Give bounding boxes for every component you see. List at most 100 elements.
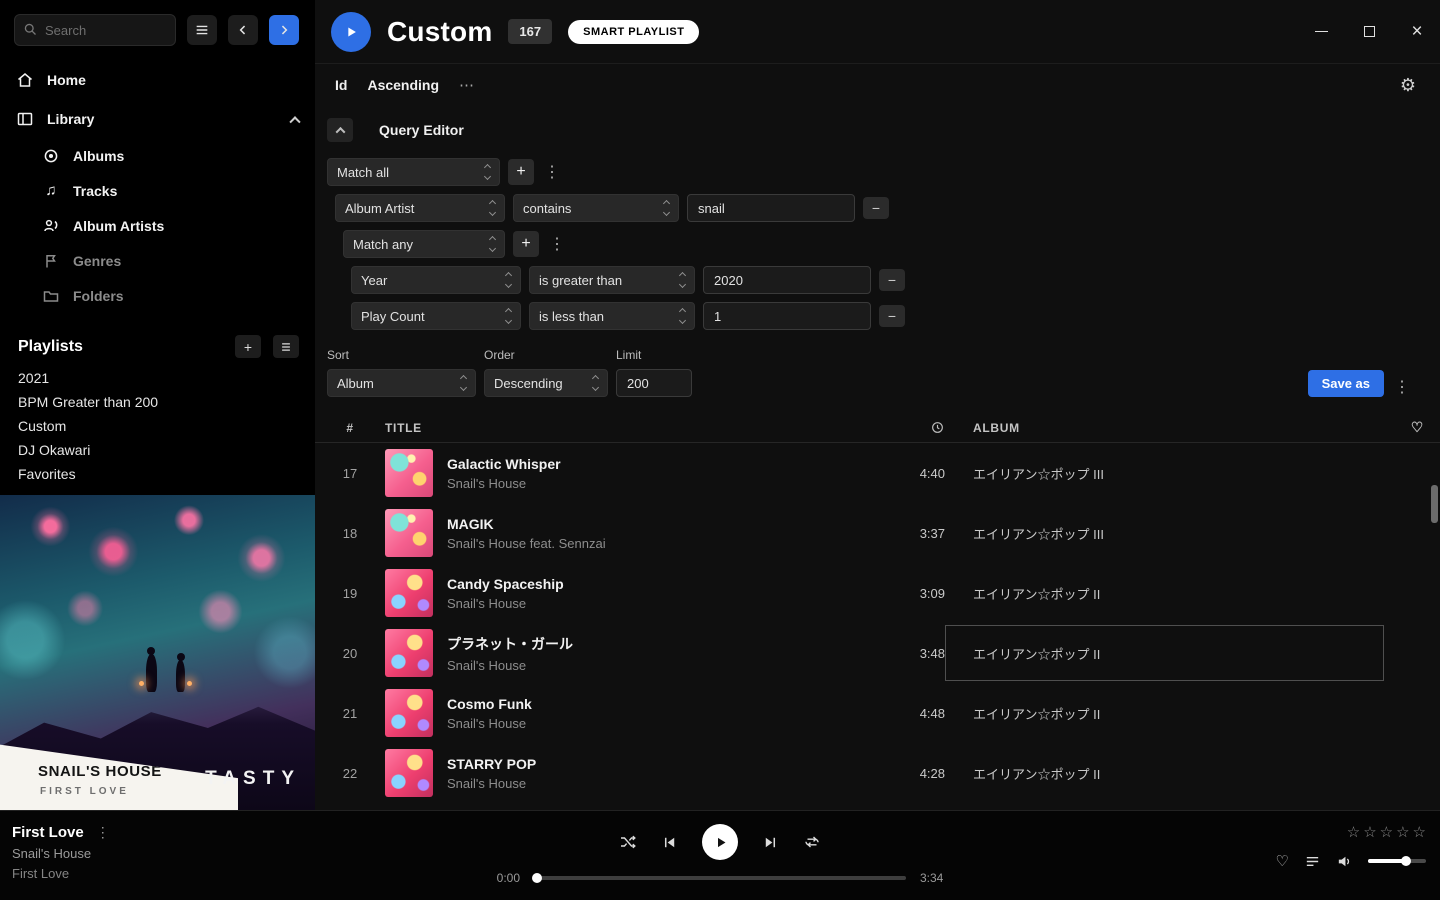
star-icon[interactable]: ☆ <box>1363 823 1376 841</box>
save-options-button[interactable]: ⋮ <box>1392 377 1412 397</box>
track-title: STARRY POP <box>447 756 887 772</box>
search-input[interactable] <box>14 14 176 46</box>
add-group-rule-button[interactable]: + <box>513 231 539 257</box>
sort-field-button[interactable]: Id <box>335 77 347 93</box>
play-playlist-button[interactable] <box>331 12 371 52</box>
rule-field-select[interactable]: Play Count <box>351 302 521 330</box>
list-icon <box>279 340 293 354</box>
play-icon <box>343 24 359 40</box>
scrollbar-thumb[interactable] <box>1431 485 1438 523</box>
table-row[interactable]: 20 プラネット・ガール Snail's House 3:48 エイリアン☆ポッ… <box>315 623 1440 683</box>
seek-slider[interactable] <box>534 876 906 880</box>
sort-select[interactable]: Album <box>327 369 476 397</box>
table-row[interactable]: 18 MAGIK Snail's House feat. Sennzai 3:3… <box>315 503 1440 563</box>
rule-field-select[interactable]: Album Artist <box>335 194 505 222</box>
menu-button[interactable] <box>187 15 217 45</box>
playlist-item[interactable]: Favorites <box>0 462 315 486</box>
add-playlist-button[interactable]: + <box>235 335 261 358</box>
order-value: Descending <box>494 376 563 391</box>
repeat-button[interactable] <box>803 833 821 851</box>
remove-rule-button[interactable]: − <box>879 269 905 291</box>
rule-value-input[interactable] <box>703 302 871 330</box>
maximize-button[interactable] <box>1360 22 1378 40</box>
shuffle-button[interactable] <box>619 833 637 851</box>
select-spinner-icon <box>490 201 495 215</box>
sidebar-item-album-artists[interactable]: Album Artists <box>0 208 315 243</box>
table-row[interactable]: 17 Galactic Whisper Snail's House 4:40 エ… <box>315 443 1440 503</box>
now-playing-art[interactable]: SNAIL'S HOUSE FIRST LOVE TASTY <box>0 495 315 810</box>
next-button[interactable] <box>762 834 779 851</box>
now-playing-options-button[interactable]: ⋮ <box>96 824 110 841</box>
rule-operator-select[interactable]: is greater than <box>529 266 695 294</box>
minimize-button[interactable] <box>1312 22 1330 40</box>
sidebar-item-tracks[interactable]: ♫ Tracks <box>0 173 315 208</box>
remove-rule-button[interactable]: − <box>863 197 889 219</box>
close-icon: × <box>1411 22 1422 41</box>
favorite-column-header[interactable]: ♡ <box>1411 419 1440 436</box>
sidebar-item-home[interactable]: Home <box>0 60 315 99</box>
rule-operator-select[interactable]: contains <box>513 194 679 222</box>
column-header-index[interactable]: # <box>315 421 385 435</box>
back-button[interactable] <box>228 15 258 45</box>
queue-button[interactable] <box>1304 853 1321 870</box>
match-type-select[interactable]: Match all <box>327 158 500 186</box>
star-icon[interactable]: ☆ <box>1347 823 1360 841</box>
playlist-list-button[interactable] <box>273 335 299 358</box>
limit-input[interactable] <box>616 369 692 397</box>
previous-button[interactable] <box>661 834 678 851</box>
rule-group-options-button[interactable]: ⋮ <box>542 162 562 182</box>
star-icon[interactable]: ☆ <box>1380 823 1393 841</box>
forward-button[interactable] <box>269 15 299 45</box>
table-row[interactable]: 19 Candy Spaceship Snail's House 3:09 エイ… <box>315 563 1440 623</box>
sidebar-item-label: Albums <box>73 148 124 164</box>
sort-order-button[interactable]: Ascending <box>367 77 439 93</box>
player-bar: First Love ⋮ Snail's House First Love <box>0 810 1440 900</box>
order-select[interactable]: Descending <box>484 369 608 397</box>
track-thumbnail <box>385 629 433 677</box>
smart-playlist-badge: SMART PLAYLIST <box>568 20 699 44</box>
column-header-title[interactable]: TITLE <box>385 421 887 435</box>
rule-value-input[interactable] <box>687 194 855 222</box>
volume-handle[interactable] <box>1401 856 1411 866</box>
save-as-button[interactable]: Save as <box>1308 370 1384 397</box>
rule-field-select[interactable]: Year <box>351 266 521 294</box>
sidebar-item-library[interactable]: Library <box>0 99 315 138</box>
sidebar-item-label: Genres <box>73 253 121 269</box>
group-match-type-select[interactable]: Match any <box>343 230 505 258</box>
favorite-button[interactable]: ♡ <box>1276 852 1289 870</box>
skip-next-icon <box>762 834 779 851</box>
more-options-button[interactable]: ⋯ <box>459 76 474 94</box>
duration-column-header[interactable] <box>930 420 945 435</box>
sidebar-item-folders[interactable]: Folders <box>0 278 315 313</box>
collapse-query-editor-button[interactable] <box>327 118 353 142</box>
cover-brand: TASTY <box>205 768 301 790</box>
rule-operator-select[interactable]: is less than <box>529 302 695 330</box>
star-icon[interactable]: ☆ <box>1396 823 1409 841</box>
query-sort-row: Sort Album Order Descending Limit <box>327 348 1420 397</box>
speaker-icon <box>1336 853 1353 870</box>
remove-rule-button[interactable]: − <box>879 305 905 327</box>
add-rule-button[interactable]: + <box>508 159 534 185</box>
volume-slider[interactable] <box>1368 859 1426 863</box>
column-header-album[interactable]: ALBUM <box>945 421 1384 435</box>
query-editor: Query Editor Match all + ⋮ Album Artist … <box>315 106 1440 397</box>
volume-button[interactable] <box>1336 853 1353 870</box>
playlist-item[interactable]: Custom <box>0 414 315 438</box>
shuffle-icon <box>619 833 637 851</box>
seek-handle[interactable] <box>532 873 542 883</box>
settings-gear-button[interactable]: ⚙ <box>1400 75 1416 96</box>
close-button[interactable]: × <box>1408 22 1426 40</box>
sidebar-item-genres[interactable]: Genres <box>0 243 315 278</box>
play-pause-button[interactable] <box>702 824 738 860</box>
clock-icon <box>930 420 945 435</box>
table-row[interactable]: 21 Cosmo Funk Snail's House 4:48 エイリアン☆ポ… <box>315 683 1440 743</box>
playlist-item[interactable]: DJ Okawari <box>0 438 315 462</box>
group-options-button[interactable]: ⋮ <box>547 234 567 254</box>
playlist-item[interactable]: BPM Greater than 200 <box>0 390 315 414</box>
star-icon[interactable]: ☆ <box>1413 823 1426 841</box>
sort-toolbar: Id Ascending ⋯ ⚙ <box>315 64 1440 106</box>
playlist-item[interactable]: 2021 <box>0 366 315 390</box>
sidebar-item-albums[interactable]: Albums <box>0 138 315 173</box>
table-row[interactable]: 22 STARRY POP Snail's House 4:28 エイリアン☆ポ… <box>315 743 1440 803</box>
rule-value-input[interactable] <box>703 266 871 294</box>
